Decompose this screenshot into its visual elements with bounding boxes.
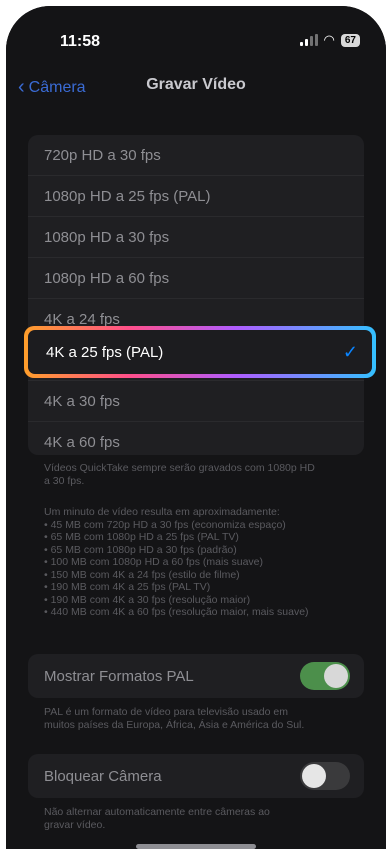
format-label: 1080p HD a 25 fps (PAL): [44, 187, 211, 205]
format-option-720p30[interactable]: 720p HD a 30 fps: [28, 135, 364, 176]
quicktake-note: Vídeos QuickTake sempre serão gravados c…: [44, 462, 364, 487]
signal-icon: [299, 34, 318, 46]
toggle-knob: [324, 664, 348, 688]
note-line: • 45 MB com 720p HD a 30 fps (economiza …: [44, 518, 286, 531]
selected-highlight-frame: 4K a 25 fps (PAL) ✓: [24, 326, 376, 378]
lock-camera-row: Bloquear Câmera: [28, 754, 364, 798]
format-option-4k60[interactable]: 4K a 60 fps: [28, 422, 364, 455]
size-notes: Um minuto de vídeo resulta em aproximada…: [44, 506, 364, 619]
format-option-1080p60[interactable]: 1080p HD a 60 fps: [28, 258, 364, 299]
lock-camera-label: Bloquear Câmera: [44, 767, 162, 785]
note-line: Não alternar automaticamente entre câmer…: [44, 806, 270, 818]
note-line: muitos países da Europa, África, Ásia e …: [44, 718, 305, 731]
note-line: • 100 MB com 1080p HD a 60 fps (mais sua…: [44, 556, 264, 568]
note-line: • 150 MB com 4K a 24 fps (estilo de film…: [44, 568, 240, 581]
format-label: 1080p HD a 30 fps: [44, 228, 170, 246]
format-label: 1080p HD a 60 fps: [44, 269, 170, 287]
note-line: • 65 MB com 1080p HD a 30 fps (padrão): [44, 543, 237, 556]
page-title: Gravar Vídeo: [146, 76, 246, 93]
format-label: 4K a 60 fps: [44, 433, 120, 451]
format-option-4k25[interactable]: 4K a 25 fps (PAL) ✓: [28, 330, 372, 374]
note-line: • 65 MB com 1080p HD a 25 fps (PAL TV): [44, 531, 239, 543]
home-indicator: [136, 844, 256, 849]
toggle-knob: [302, 764, 326, 788]
settings-screen: 11:58 ◠ 67 ‹ Câmera Gravar Vídeo 720p HD…: [6, 6, 386, 849]
lock-note: Não alternar automaticamente entre câmer…: [44, 806, 364, 831]
status-icons: ◠ 67: [299, 32, 360, 48]
format-option-1080p25[interactable]: 1080p HD a 25 fps (PAL): [28, 176, 364, 217]
format-list: 720p HD a 30 fps 1080p HD a 25 fps (PAL)…: [28, 135, 364, 455]
format-option-4k30[interactable]: 4K a 30 fps: [28, 381, 364, 422]
note-line: • 440 MB com 4K a 60 fps (resolução maio…: [44, 606, 309, 618]
checkmark-icon: ✓: [342, 342, 358, 362]
pal-formats-label: Mostrar Formatos PAL: [44, 667, 194, 685]
note-line: a 30 fps.: [44, 474, 85, 487]
battery-indicator: 67: [340, 33, 360, 47]
format-label-selected: 4K a 25 fps (PAL): [46, 343, 164, 361]
status-time: 11:58: [60, 33, 101, 50]
note-line: gravar vídeo.: [44, 818, 106, 831]
pal-note: PAL é um formato de vídeo para televisão…: [44, 706, 364, 731]
note-line: Vídeos QuickTake sempre serão gravados c…: [44, 462, 315, 474]
note-line: Um minuto de vídeo resulta em aproximada…: [44, 506, 280, 518]
lock-camera-toggle[interactable]: [300, 762, 350, 790]
format-label: 720p HD a 30 fps: [44, 146, 161, 164]
format-option-1080p30[interactable]: 1080p HD a 30 fps: [28, 217, 364, 258]
pal-formats-toggle[interactable]: [300, 662, 350, 690]
wifi-icon: ◠: [323, 32, 335, 47]
note-line: • 190 MB com 4K a 30 fps (resolução maio…: [44, 593, 251, 606]
pal-formats-row: Mostrar Formatos PAL: [28, 654, 364, 698]
format-label: 4K a 30 fps: [44, 392, 120, 410]
note-line: • 190 MB com 4K a 25 fps (PAL TV): [44, 581, 211, 593]
format-label: 4K a 24 fps: [44, 310, 120, 328]
note-line: PAL é um formato de vídeo para televisão…: [44, 706, 288, 718]
phone-frame: 11:58 ◠ 67 ‹ Câmera Gravar Vídeo 720p HD…: [6, 6, 386, 849]
